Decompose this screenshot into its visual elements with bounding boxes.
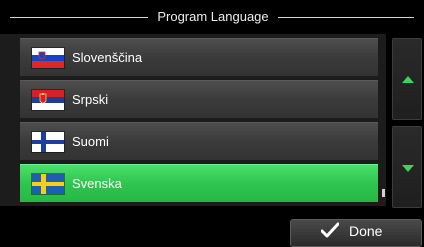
language-item-svenska[interactable]: Svenska [20, 164, 378, 202]
language-label: Suomi [72, 134, 109, 149]
page-title: Program Language [157, 9, 269, 24]
sweden-flag-icon [32, 174, 64, 194]
language-label: Srpski [72, 92, 109, 107]
scroll-down-button[interactable] [392, 126, 422, 208]
header-divider-left [10, 17, 148, 18]
language-label: Slovenščina [72, 50, 143, 65]
language-item-slovenscina[interactable]: Slovenščina [20, 38, 378, 76]
finland-flag-icon [32, 132, 64, 152]
language-label: Svenska [72, 176, 122, 191]
arrow-up-icon [402, 76, 414, 83]
language-item-srpski[interactable]: Srpski [20, 80, 378, 118]
footer-bar: Done [0, 210, 424, 247]
done-button[interactable]: Done [290, 219, 422, 247]
scroll-position-indicator [382, 189, 385, 197]
checkmark-icon [321, 222, 339, 238]
scroll-up-button[interactable] [392, 38, 422, 120]
arrow-down-icon [402, 165, 414, 172]
serbia-flag-icon [32, 90, 64, 110]
done-label: Done [349, 223, 383, 239]
language-list: Slovenščina Srpski Suomi Svenska [0, 34, 386, 206]
language-item-suomi[interactable]: Suomi [20, 122, 378, 160]
dialog-header: Program Language [0, 0, 424, 34]
header-divider-right [278, 17, 414, 18]
slovenia-flag-icon [32, 48, 64, 68]
